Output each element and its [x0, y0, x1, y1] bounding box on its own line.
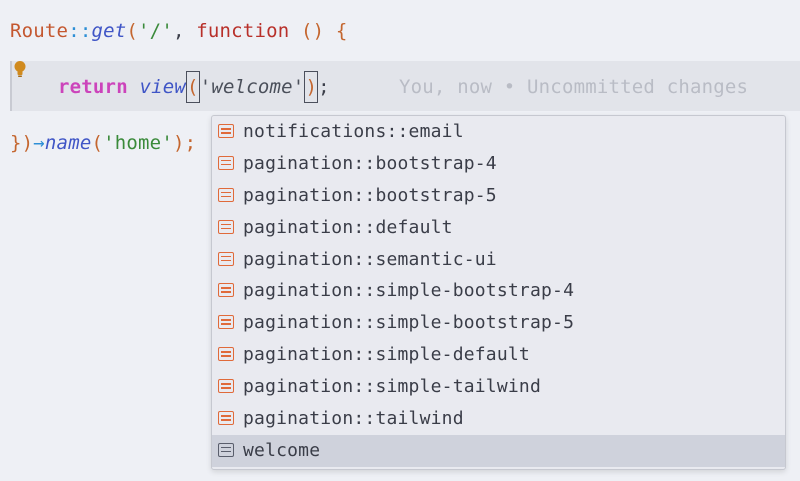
- paren-open: (: [126, 20, 139, 42]
- keyword-return: return: [58, 76, 128, 98]
- semicolon-token: ;: [318, 76, 330, 98]
- code-line-2[interactable]: return view('welcome');: [58, 71, 330, 103]
- completion-item[interactable]: pagination::simple-bootstrap-5: [212, 307, 785, 339]
- completion-item[interactable]: pagination::simple-bootstrap-4: [212, 275, 785, 307]
- symbol-text-icon: [218, 379, 234, 394]
- symbol-text-icon: [218, 187, 234, 202]
- symbol-text-icon: [218, 219, 234, 234]
- closing-token: }): [10, 132, 34, 154]
- inline-git-blame: You, now • Uncommitted changes: [399, 76, 749, 98]
- completion-item-label: pagination::simple-bootstrap-4: [243, 280, 575, 302]
- function-call-token: view: [139, 76, 187, 98]
- completion-item-label: welcome: [243, 439, 321, 461]
- completion-item[interactable]: pagination::default: [212, 212, 785, 244]
- completion-item-label: pagination::tailwind: [243, 408, 464, 430]
- scope-operator: ::: [68, 20, 92, 42]
- symbol-text-icon: [218, 124, 234, 138]
- code-line-3[interactable]: })→name('home');: [10, 127, 196, 159]
- completion-item-label: pagination::simple-bootstrap-5: [243, 312, 575, 334]
- lightbulb-icon[interactable]: [12, 60, 28, 78]
- symbol-text-icon: [218, 283, 234, 298]
- symbol-text-icon: [218, 411, 234, 426]
- completion-item-label: notifications::email: [243, 121, 464, 142]
- autocomplete-popup[interactable]: notifications::email pagination::bootstr…: [211, 115, 786, 470]
- symbol-text-icon: [218, 251, 234, 266]
- completion-item[interactable]: pagination::bootstrap-4: [212, 148, 785, 180]
- matching-bracket-close: ): [304, 71, 319, 103]
- method-token: get: [91, 20, 127, 42]
- class-token: Route: [10, 20, 69, 42]
- completion-item-label: pagination::simple-tailwind: [243, 376, 541, 398]
- params-token: () {: [289, 20, 348, 42]
- completion-item[interactable]: pagination::semantic-ui: [212, 244, 785, 276]
- paren-open: (: [91, 132, 104, 154]
- symbol-text-icon: [218, 347, 234, 362]
- arrow-operator: →: [33, 132, 45, 154]
- string-token-active: 'welcome': [199, 76, 305, 98]
- completion-item[interactable]: pagination::simple-default: [212, 339, 785, 371]
- completion-item-label: pagination::default: [243, 216, 453, 238]
- completion-item-label: pagination::bootstrap-5: [243, 184, 497, 206]
- method-token: name: [44, 132, 92, 154]
- string-token: 'home': [103, 132, 173, 154]
- completion-item[interactable]: pagination::simple-tailwind: [212, 371, 785, 403]
- code-editor[interactable]: Route::get('/', function () { return vie…: [0, 0, 800, 481]
- completion-item-label: pagination::simple-default: [243, 344, 530, 366]
- matching-bracket-open: (: [186, 71, 200, 103]
- symbol-text-icon: [218, 315, 234, 330]
- string-token: '/': [138, 20, 173, 42]
- completion-item-selected[interactable]: welcome: [212, 434, 785, 467]
- closing-token-2: );: [172, 132, 197, 154]
- comma-token: ,: [172, 20, 197, 42]
- symbol-text-icon: [218, 442, 234, 457]
- completion-item-label: pagination::bootstrap-4: [243, 152, 497, 174]
- completion-item-label: pagination::semantic-ui: [243, 248, 497, 270]
- completion-item[interactable]: pagination::tailwind: [212, 403, 785, 435]
- symbol-text-icon: [218, 155, 234, 170]
- completion-item[interactable]: notifications::email: [212, 116, 785, 148]
- completion-item[interactable]: pagination::bootstrap-5: [212, 180, 785, 212]
- keyword-function: function: [196, 20, 290, 42]
- code-line-1[interactable]: Route::get('/', function () {: [10, 15, 348, 47]
